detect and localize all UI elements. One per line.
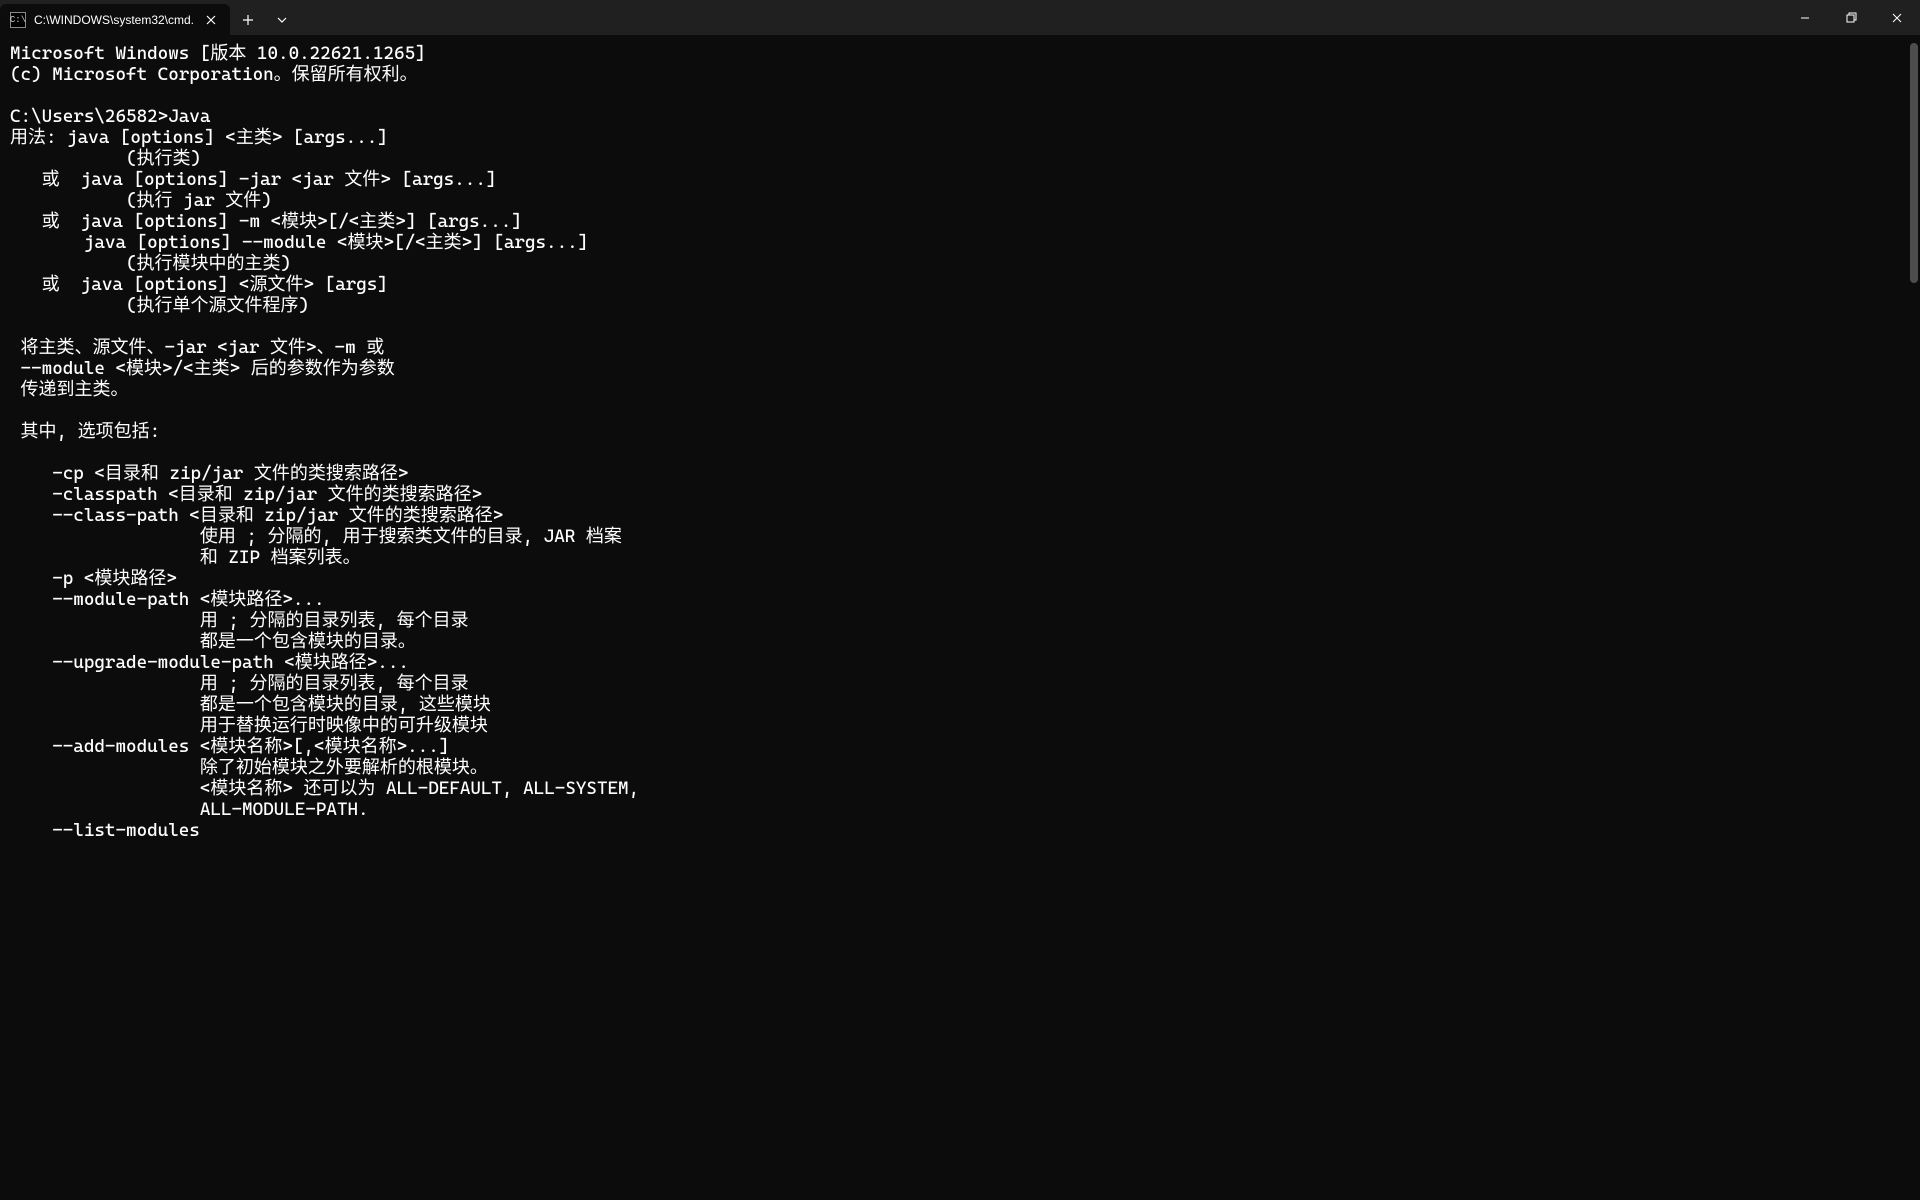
minimize-button[interactable] [1782, 0, 1828, 35]
tab-dropdown-button[interactable] [266, 4, 298, 35]
terminal-output: Microsoft Windows [版本 10.0.22621.1265] (… [10, 43, 1910, 841]
scrollbar-thumb[interactable] [1910, 43, 1918, 283]
new-tab-button[interactable] [230, 4, 266, 35]
maximize-button[interactable] [1828, 0, 1874, 35]
terminal-tab[interactable]: C:\ C:\WINDOWS\system32\cmd. [0, 4, 230, 35]
tab-title: C:\WINDOWS\system32\cmd. [34, 13, 194, 27]
terminal-body[interactable]: Microsoft Windows [版本 10.0.22621.1265] (… [0, 35, 1920, 1200]
window-controls [1782, 0, 1920, 35]
titlebar-spacer [298, 0, 1782, 35]
title-bar: C:\ C:\WINDOWS\system32\cmd. [0, 0, 1920, 35]
window-close-button[interactable] [1874, 0, 1920, 35]
scrollbar[interactable] [1908, 35, 1920, 1200]
cmd-icon: C:\ [10, 12, 26, 28]
tab-close-button[interactable] [202, 11, 220, 29]
